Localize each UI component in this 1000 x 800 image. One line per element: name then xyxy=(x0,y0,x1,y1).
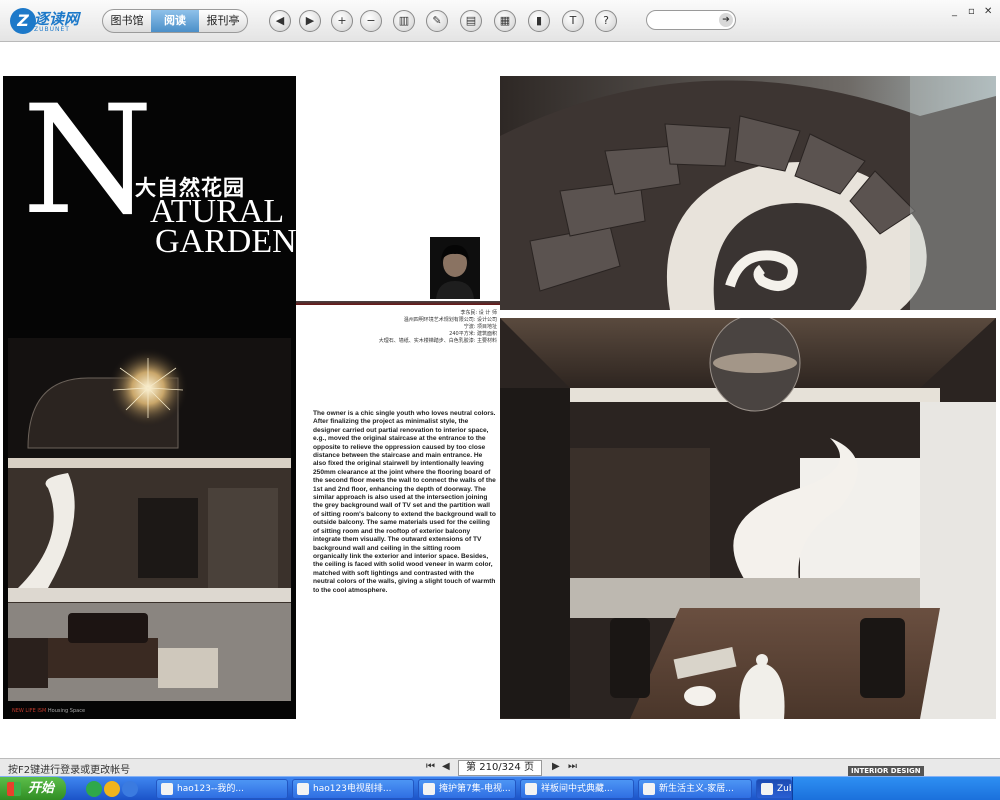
task-app-icon xyxy=(761,783,773,795)
credit-line: 240平方米: 建筑面积 xyxy=(449,331,497,337)
living-room-photo xyxy=(8,338,291,701)
help-icon: ? xyxy=(603,14,609,27)
quicklaunch-media-icon[interactable] xyxy=(104,781,120,797)
task-label: 掩护第7集-电视... xyxy=(439,784,511,794)
close-icon[interactable]: ✕ xyxy=(984,6,992,17)
task-app-icon xyxy=(643,783,655,795)
text-icon: T xyxy=(569,14,577,27)
task-label: 新生活主义-家居... xyxy=(659,784,734,794)
logo-mark-icon: Z xyxy=(10,8,36,34)
bookmark-icon: ▮ xyxy=(535,14,543,27)
first-page-icon[interactable]: ⏮ xyxy=(426,761,435,772)
credit-line: 李东民: 设 计 师 xyxy=(460,310,497,316)
credits-block: 李东民: 设 计 师 温州四明环境艺术规划有限公司: 设计公司 宁波: 项目地址… xyxy=(305,310,497,345)
zoom-out-button[interactable]: − xyxy=(360,10,382,32)
tab-read[interactable]: 阅读 xyxy=(151,10,199,32)
tab-library[interactable]: 图书馆 xyxy=(103,10,151,32)
task-app-icon xyxy=(525,783,537,795)
task-item[interactable]: 新生活主义-家居... xyxy=(638,779,752,799)
magazine-name: NEW LIFE ISM xyxy=(12,708,47,714)
print-icon: ▤ xyxy=(465,14,477,27)
page-gutter xyxy=(500,310,996,318)
nav-tab-group: 图书馆 阅读 报刊亭 xyxy=(102,9,248,33)
credit-line: 大理石、墙纸、实木楼梯踏步、白色乳胶漆: 主要材料 xyxy=(378,338,497,344)
pen-icon: ✎ xyxy=(432,14,442,27)
search-go-icon[interactable]: ➔ xyxy=(719,13,733,27)
drop-cap-letter: N xyxy=(22,74,154,248)
layout-button[interactable]: ▦ xyxy=(494,10,516,32)
task-item[interactable]: 掩护第7集-电视... xyxy=(418,779,516,799)
minimize-icon[interactable]: _ xyxy=(952,6,957,17)
search-input[interactable]: ➔ xyxy=(646,10,736,30)
start-button[interactable]: 开始 xyxy=(0,777,66,800)
back-icon: ◀ xyxy=(275,14,285,27)
task-item-active[interactable]: Zubu Reader xyxy=(756,779,792,799)
windows-flag-icon xyxy=(7,782,21,796)
quicklaunch-ie-icon[interactable] xyxy=(122,781,138,797)
forward-icon: ▶ xyxy=(305,14,315,27)
quicklaunch-browser-icon[interactable] xyxy=(86,781,102,797)
designer-portrait xyxy=(430,237,480,299)
dining-room-photo xyxy=(500,318,996,719)
zubu-logo[interactable]: Z 逐读网 ZUBUNET xyxy=(10,8,90,34)
task-item[interactable]: 祥板间中式典藏... xyxy=(520,779,634,799)
task-app-icon xyxy=(297,783,309,795)
start-label: 开始 xyxy=(28,781,55,796)
task-item[interactable]: hao123--我的... xyxy=(156,779,288,799)
book-icon: ▥ xyxy=(398,14,410,27)
layout-icon: ▦ xyxy=(499,14,511,27)
task-item[interactable]: hao123电视剧排... xyxy=(292,779,414,799)
next-page-icon[interactable]: ▶ xyxy=(552,761,560,772)
page-footer: NEW LIFE ISM Housing Space xyxy=(12,708,85,714)
prev-page-icon[interactable]: ◀ xyxy=(442,761,450,772)
zoom-in-button[interactable]: + xyxy=(331,10,353,32)
credit-line: 宁波: 项目地址 xyxy=(463,324,497,330)
section-name: Housing Space xyxy=(47,708,86,714)
text-column xyxy=(296,76,500,719)
task-label: 祥板间中式典藏... xyxy=(541,784,613,794)
logo-subtext: ZUBUNET xyxy=(34,26,70,33)
status-message: 按F2键进行登录或更改帐号 xyxy=(8,765,131,776)
maximize-icon[interactable]: ▫ xyxy=(968,6,975,17)
task-app-icon xyxy=(423,783,435,795)
staircase-photo xyxy=(500,76,996,310)
book-view-button[interactable]: ▥ xyxy=(393,10,415,32)
task-label: hao123电视剧排... xyxy=(313,784,392,794)
divider-line xyxy=(296,301,500,305)
help-button[interactable]: ? xyxy=(595,10,617,32)
task-app-icon xyxy=(161,783,173,795)
print-button[interactable]: ▤ xyxy=(460,10,482,32)
article-body: The owner is a chic single youth who lov… xyxy=(313,410,496,594)
zoom-out-icon: − xyxy=(366,14,376,27)
task-label: hao123--我的... xyxy=(177,784,244,794)
text-mode-button[interactable]: T xyxy=(562,10,584,32)
system-tray xyxy=(792,777,1000,800)
bookmark-button[interactable]: ▮ xyxy=(528,10,550,32)
tab-newsstand[interactable]: 报刊亭 xyxy=(199,10,247,32)
page-number-field[interactable]: 第 210/324 页 xyxy=(458,760,542,776)
watermark-label: INTERIOR DESIGN xyxy=(848,766,924,776)
toolbar: Z 逐读网 ZUBUNET 图书馆 阅读 报刊亭 ◀ ▶ + − ▥ ✎ ▤ ▦… xyxy=(0,0,1000,42)
page-navigator: ⏮ ◀ 第 210/324 页 ▶ ⏭ xyxy=(424,760,584,776)
back-button[interactable]: ◀ xyxy=(269,10,291,32)
credit-line: 温州四明环境艺术规划有限公司: 设计公司 xyxy=(403,317,497,323)
forward-button[interactable]: ▶ xyxy=(299,10,321,32)
taskbar: 开始 hao123--我的... hao123电视剧排... 掩护第7集-电视.… xyxy=(0,776,1000,800)
task-label: Zubu Reader xyxy=(777,784,791,794)
article-title-en-line2: GARDEN xyxy=(155,223,297,260)
annotate-button[interactable]: ✎ xyxy=(426,10,448,32)
zoom-in-icon: + xyxy=(337,14,347,27)
last-page-icon[interactable]: ⏭ xyxy=(568,761,577,772)
